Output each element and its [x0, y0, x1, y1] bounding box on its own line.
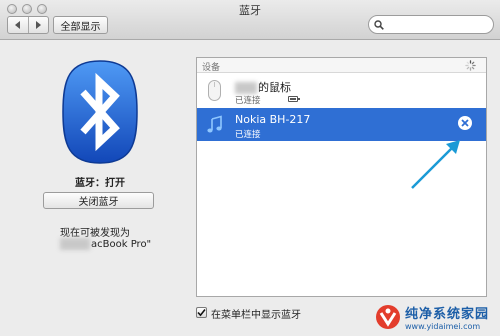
- redacted-name: [60, 238, 90, 250]
- search-input[interactable]: [387, 19, 487, 30]
- mouse-icon: [208, 80, 221, 101]
- bluetooth-preferences-window: 蓝牙 全部显示 蓝牙：打开 关闭蓝牙 现在可被发现为 acBook Pro" 设…: [0, 0, 500, 336]
- device-name: Nokia BH-217: [235, 113, 311, 126]
- devices-column-label: 设备: [202, 63, 221, 73]
- device-name: 的鼠标: [235, 79, 291, 95]
- watermark-text: 纯净系统家园 www.yidaimei.com: [405, 303, 489, 331]
- back-forward-group: [7, 16, 49, 34]
- device-list-header: 设备: [197, 58, 486, 73]
- search-icon: [374, 19, 384, 30]
- checkmark-icon: [197, 309, 206, 317]
- show-all-button[interactable]: 全部显示: [53, 16, 108, 34]
- watermark-url: www.yidaimei.com: [405, 322, 481, 331]
- chevron-left-icon: [14, 21, 20, 29]
- computer-name: acBook Pro": [60, 238, 151, 250]
- close-icon: [461, 119, 469, 127]
- bluetooth-state-label: 蓝牙：打开: [75, 178, 125, 189]
- back-button[interactable]: [8, 17, 28, 33]
- discoverable-label: 现在可被发现为: [60, 224, 130, 239]
- device-status: 已连接: [235, 130, 261, 140]
- computer-name-text: acBook Pro": [91, 239, 152, 250]
- chevron-right-icon: [36, 21, 42, 29]
- forward-button[interactable]: [27, 17, 49, 33]
- device-status: 已连接: [235, 96, 261, 106]
- watermark-title: 纯净系统家园: [405, 307, 490, 322]
- watermark: 纯净系统家园 www.yidaimei.com: [375, 300, 498, 334]
- title-bar: 蓝牙 全部显示: [0, 0, 500, 40]
- battery-icon: [288, 96, 300, 102]
- music-note-icon: [207, 115, 222, 133]
- turn-off-bluetooth-button[interactable]: 关闭蓝牙: [43, 192, 154, 209]
- redacted-owner: [235, 82, 257, 94]
- search-field[interactable]: [368, 15, 494, 34]
- bluetooth-logo-icon: [62, 60, 138, 164]
- annotation-arrow-icon: [411, 140, 460, 189]
- device-row[interactable]: 的鼠标 已连接: [197, 74, 486, 107]
- searching-spinner-icon: [465, 60, 476, 71]
- watermark-logo-icon: [376, 305, 400, 329]
- device-name-text: 的鼠标: [258, 81, 291, 94]
- show-in-menubar-label: 在菜单栏中显示蓝牙: [211, 310, 301, 321]
- show-in-menubar-checkbox[interactable]: [196, 307, 207, 318]
